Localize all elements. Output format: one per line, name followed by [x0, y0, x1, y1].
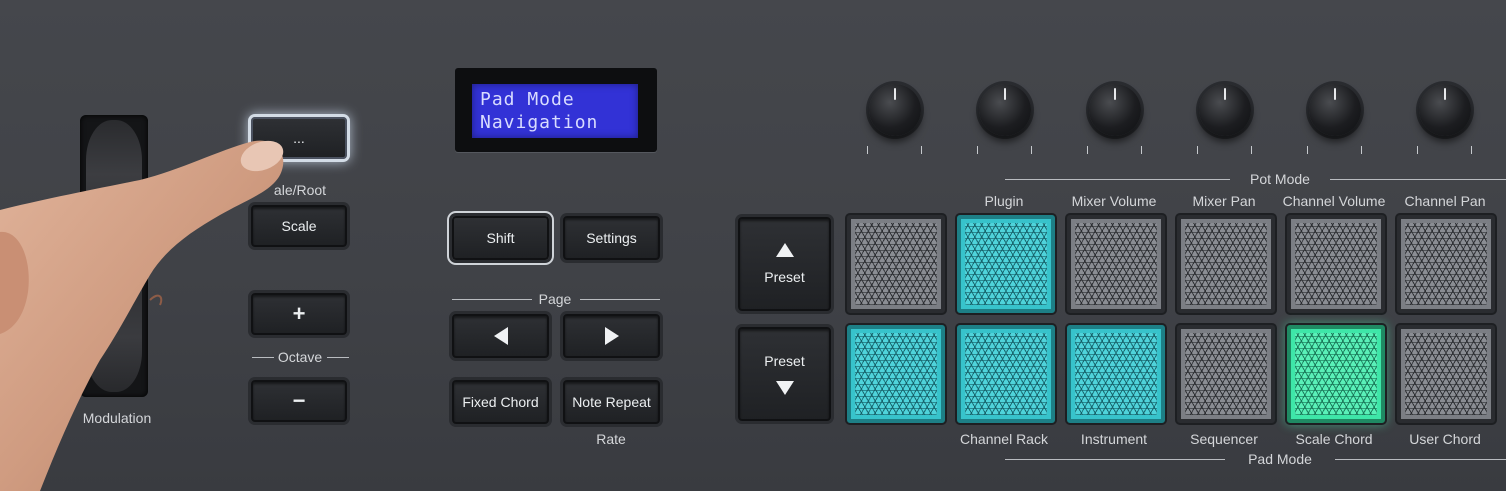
finger-shape	[0, 140, 284, 491]
finger-knuckle-crease	[149, 294, 163, 306]
fl-key-controller-panel: Modulation ... ale/Root Scale + Octave −…	[0, 0, 1506, 491]
hand-image	[0, 140, 284, 491]
